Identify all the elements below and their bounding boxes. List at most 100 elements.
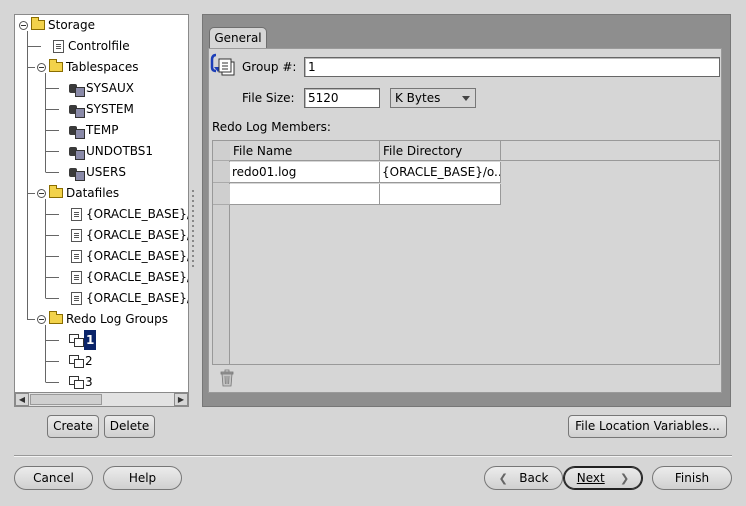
file-location-variables-button[interactable]: File Location Variables... (568, 415, 727, 438)
tree-label: UNDOTBS1 (86, 144, 154, 158)
group-number-label: Group #: (242, 60, 297, 74)
tree-label: {ORACLE_BASE}/o (86, 249, 189, 263)
chevron-right-icon: ❯ (620, 472, 630, 485)
splitter-handle[interactable] (191, 190, 196, 270)
scroll-left-icon[interactable]: ◀ (15, 393, 29, 406)
redo-group-icon (69, 376, 84, 389)
tree-label: Datafiles (66, 186, 120, 200)
tree-node-redo-group[interactable]: 3 (69, 372, 94, 392)
tablespace-icon (69, 124, 85, 139)
controlfile-icon (53, 39, 64, 53)
datafile-icon (71, 270, 82, 284)
collapse-icon[interactable] (37, 62, 46, 72)
redo-members-label: Redo Log Members: (212, 120, 331, 134)
tree-label: USERS (86, 165, 126, 179)
tree-node-tablespace[interactable]: USERS (69, 162, 127, 182)
tree-node-datafile[interactable]: {ORACLE_BASE}/o (71, 267, 189, 287)
tree-label: Redo Log Groups (66, 312, 168, 326)
row-header[interactable] (213, 184, 230, 205)
tree-node-tablespace[interactable]: TEMP (69, 120, 120, 140)
tree-label: Tablespaces (66, 60, 139, 74)
collapse-icon[interactable] (37, 188, 46, 198)
table-cell-file-name[interactable]: redo01.log (230, 162, 380, 183)
folder-icon (49, 59, 63, 72)
tree-node-tablespaces[interactable]: Tablespaces (37, 57, 140, 77)
dropdown-arrow-icon (462, 96, 470, 101)
tree-node-datafile[interactable]: {ORACLE_BASE}/o (71, 246, 189, 266)
tree-label: 2 (85, 354, 93, 368)
tablespace-icon (69, 166, 85, 181)
datafile-icon (71, 291, 82, 305)
scroll-right-icon[interactable]: ▶ (174, 393, 188, 406)
delete-button[interactable]: Delete (104, 415, 155, 438)
tree-node-tablespace[interactable]: UNDOTBS1 (69, 141, 154, 161)
finish-button-label: Finish (674, 471, 710, 485)
folder-icon (31, 17, 45, 30)
table-cell-file-name[interactable] (230, 184, 380, 205)
tree-label: Storage (48, 18, 95, 32)
tree-node-datafiles[interactable]: Datafiles (37, 183, 120, 203)
tree-label: TEMP (86, 123, 119, 137)
redo-group-icon (69, 355, 84, 368)
table-cell-file-directory[interactable] (380, 184, 501, 205)
tree-label: SYSAUX (86, 81, 134, 95)
folder-icon (49, 311, 63, 324)
column-header-file-directory[interactable]: File Directory (380, 141, 501, 161)
tree-node-datafile[interactable]: {ORACLE_BASE}/o (71, 225, 189, 245)
tree-node-redo-group[interactable]: 2 (69, 351, 94, 371)
tree-label: {ORACLE_BASE}/o (86, 207, 189, 221)
tablespace-icon (69, 82, 85, 97)
tree-node-tablespace[interactable]: SYSTEM (69, 99, 135, 119)
datafile-icon (71, 228, 82, 242)
tree-node-redo-group-selected[interactable]: 1 (69, 330, 97, 350)
tree-label: {ORACLE_BASE}/o (86, 270, 189, 284)
tablespace-icon (69, 145, 85, 160)
folder-icon (49, 185, 63, 198)
redo-group-icon (69, 334, 84, 347)
collapse-icon[interactable] (37, 314, 46, 324)
cancel-button[interactable]: Cancel (14, 466, 93, 490)
datafile-icon (71, 207, 82, 221)
tree-node-tablespace[interactable]: SYSAUX (69, 78, 135, 98)
tree-label: 1 (84, 330, 97, 350)
redo-group-arrow-icon (210, 53, 235, 76)
tree-label: SYSTEM (86, 102, 134, 116)
help-button[interactable]: Help (103, 466, 182, 490)
row-header[interactable] (213, 162, 230, 183)
tree-label: Controlfile (68, 39, 130, 53)
tree-node-controlfile[interactable]: Controlfile (53, 36, 131, 56)
tree-label: 3 (85, 375, 93, 389)
file-size-field[interactable]: 5120 (304, 88, 380, 108)
next-button[interactable]: Next ❯ (563, 466, 643, 490)
table-cell-file-directory[interactable]: {ORACLE_BASE}/o... (380, 162, 501, 183)
back-button[interactable]: ❮ Back (484, 466, 563, 490)
size-unit-value: K Bytes (395, 91, 441, 105)
back-button-label: Back (519, 471, 549, 485)
footer-separator (14, 455, 732, 457)
tree-node-datafile[interactable]: {ORACLE_BASE}/o (71, 204, 189, 224)
tree-node-datafile[interactable]: {ORACLE_BASE}/o (71, 288, 189, 308)
datafile-icon (71, 249, 82, 263)
group-number-field[interactable]: 1 (304, 57, 720, 77)
storage-tree[interactable]: Storage Controlfile Tablespaces SYSAUX S… (14, 14, 189, 407)
chevron-left-icon: ❮ (498, 472, 508, 485)
column-header-file-name[interactable]: File Name (230, 141, 380, 161)
tab-general[interactable]: General (209, 27, 267, 49)
tree-horizontal-scrollbar[interactable]: ◀ ▶ (14, 392, 189, 407)
next-button-label: Next (576, 471, 605, 485)
scrollbar-thumb[interactable] (30, 394, 102, 405)
size-unit-select[interactable]: K Bytes (390, 88, 476, 108)
tablespace-icon (69, 103, 85, 118)
redo-log-members-table[interactable]: File Name File Directory redo01.log {ORA… (212, 140, 720, 365)
tree-label: {ORACLE_BASE}/o (86, 291, 189, 305)
file-size-label: File Size: (242, 91, 295, 105)
trash-icon[interactable] (219, 369, 235, 387)
column-header-filler (501, 141, 719, 161)
tree-node-redo-log-groups[interactable]: Redo Log Groups (37, 309, 169, 329)
collapse-icon[interactable] (19, 20, 28, 30)
table-corner (213, 141, 230, 161)
tree-label: {ORACLE_BASE}/o (86, 228, 189, 242)
finish-button[interactable]: Finish (652, 466, 732, 490)
tree-node-storage[interactable]: Storage (19, 15, 96, 35)
create-button[interactable]: Create (47, 415, 99, 438)
